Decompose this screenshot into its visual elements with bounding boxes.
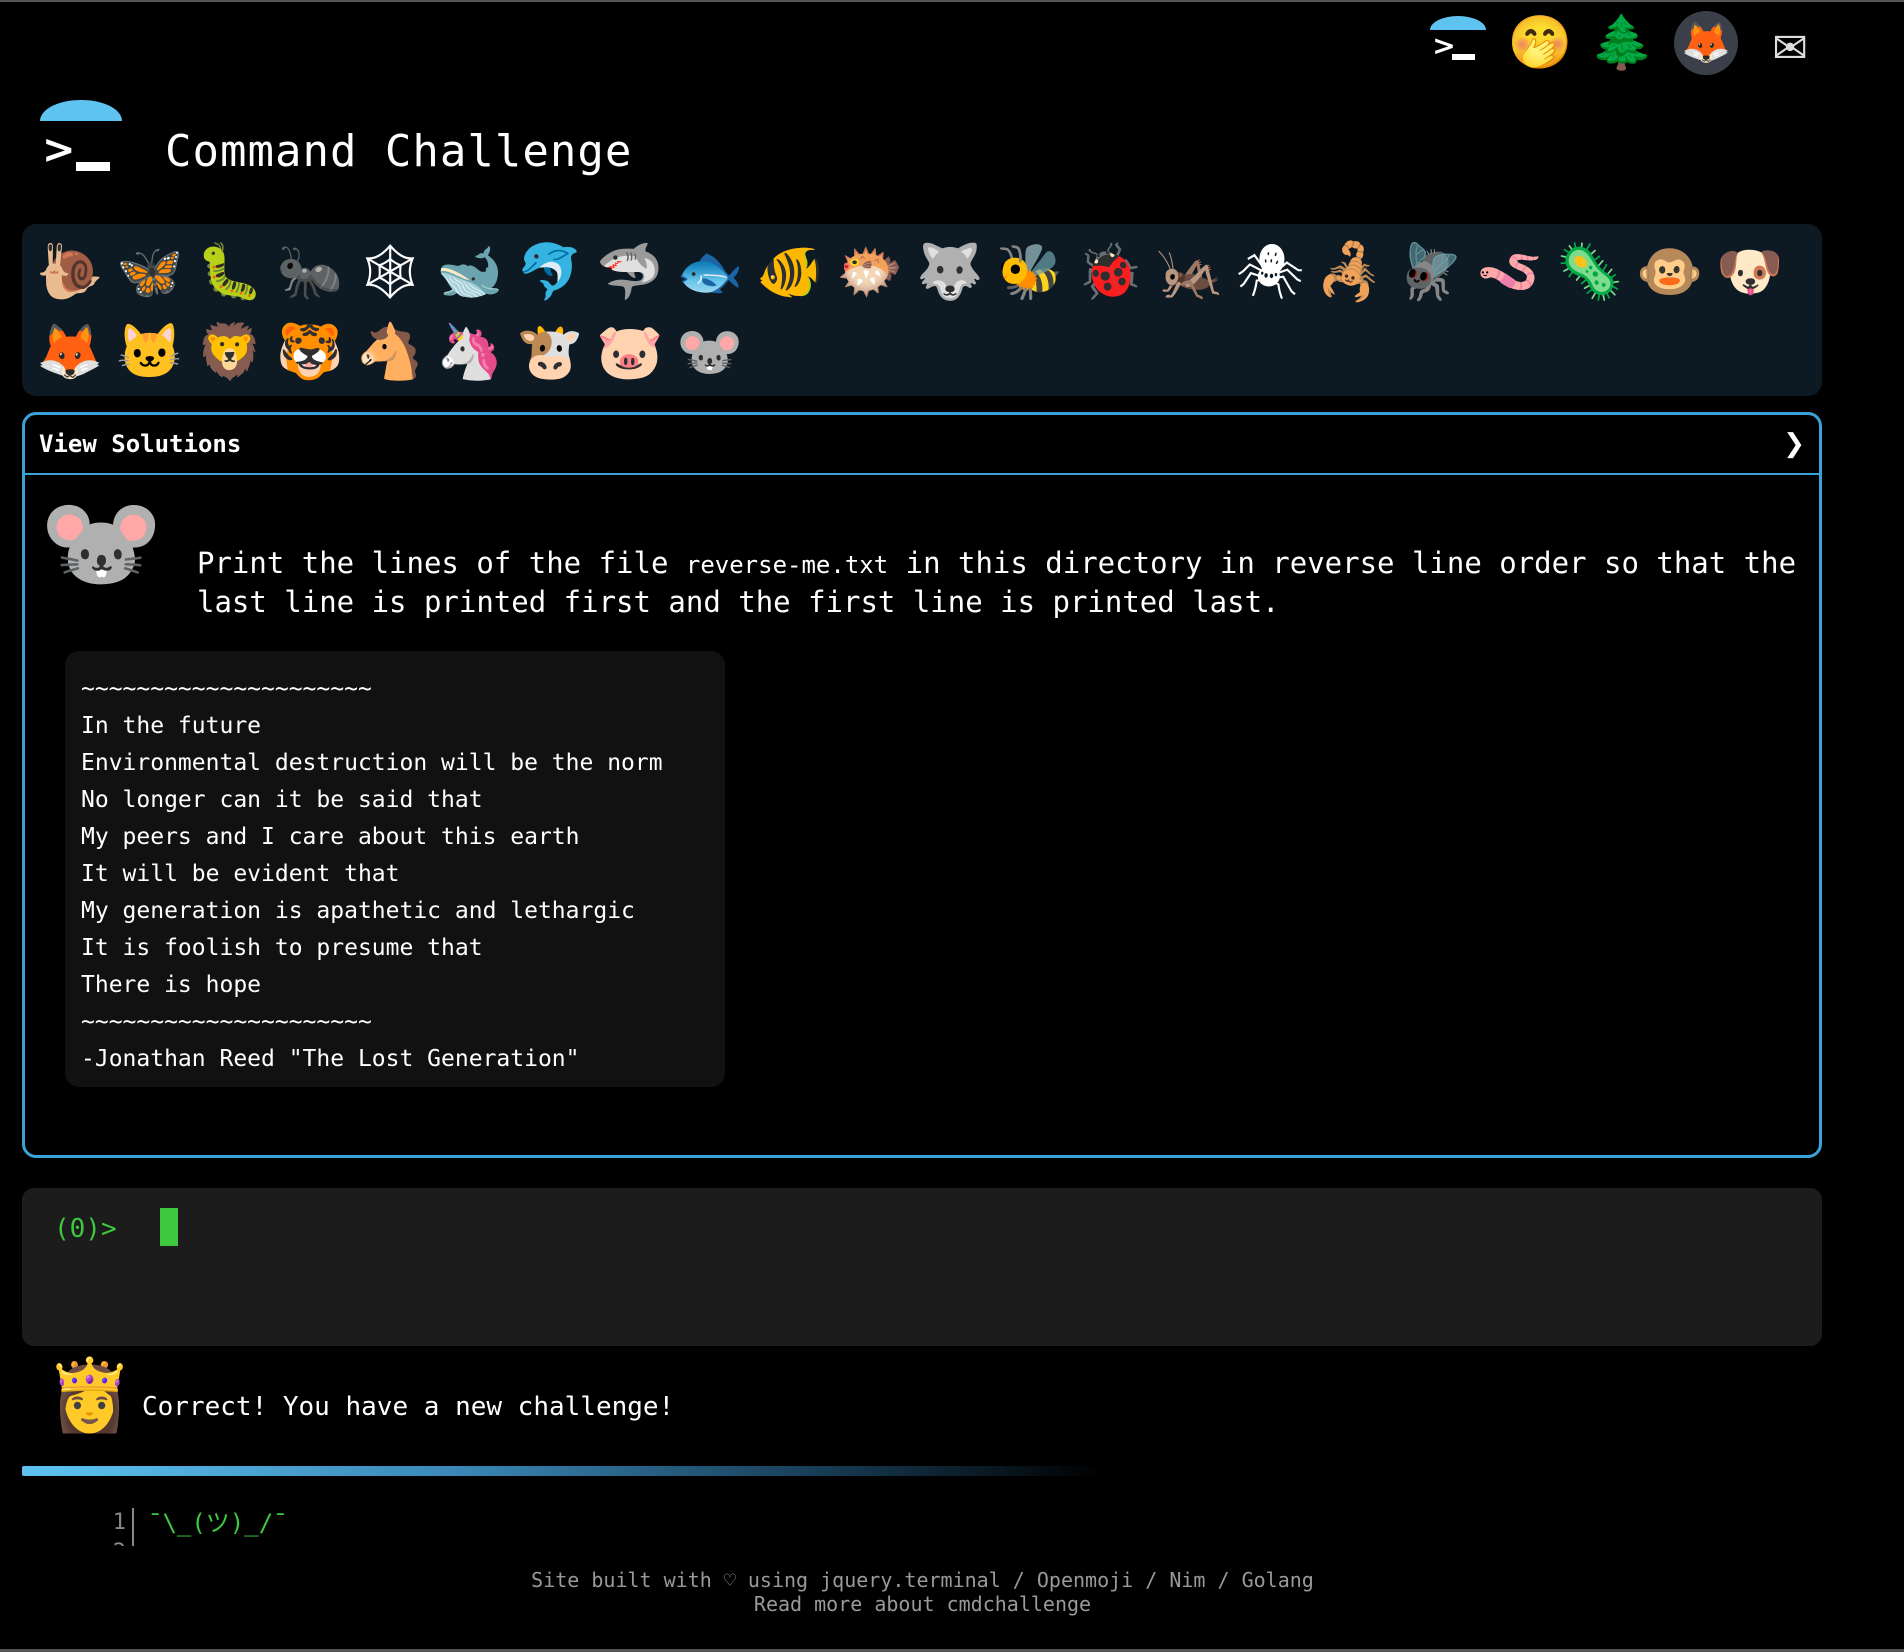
butterfly-icon[interactable]: 🦋 (110, 232, 190, 312)
file-line: ~~~~~~~~~~~~~~~~~~~~~ (81, 676, 372, 702)
file-line: -Jonathan Reed "The Lost Generation" (81, 1046, 580, 1072)
cricket-icon[interactable]: 🦗 (1150, 232, 1230, 312)
challenge-description: Print the lines of the file reverse-me.t… (197, 545, 1797, 621)
top-border (0, 0, 1904, 2)
file-contents-box: ~~~~~~~~~~~~~~~~~~~~~ In the future Enviro… (65, 651, 725, 1087)
horse-icon[interactable]: 🐴 (350, 312, 430, 392)
view-solutions-toggle[interactable]: View Solutions ❯ (25, 415, 1819, 475)
wolf-icon[interactable]: 🐺 (910, 232, 990, 312)
editor-code-line[interactable]: ¯\_(ツ)_/¯ (134, 1508, 288, 1546)
file-line: ~~~~~~~~~~~~~~~~~~~~~ (81, 1009, 372, 1035)
dolphin-icon[interactable]: 🐬 (510, 232, 590, 312)
link-cmdchallenge[interactable]: cmdchallenge (947, 1592, 1092, 1616)
worm-icon[interactable]: 🪱 (1470, 232, 1550, 312)
footer-read-more: Read more about (753, 1592, 947, 1616)
snail-icon[interactable]: 🐌 (30, 232, 110, 312)
whale-icon[interactable]: 🐋 (430, 232, 510, 312)
cow-icon[interactable]: 🐮 (510, 312, 590, 392)
fish-icon[interactable]: 🐟 (670, 232, 750, 312)
tropical-fish-icon[interactable]: 🐠 (750, 232, 830, 312)
footer-line-2: Read more about cmdchallenge (0, 1592, 1845, 1616)
mouse-face-icon[interactable]: 🐭 (670, 312, 750, 392)
terminal-logo-small: > (1430, 16, 1486, 70)
spider-icon[interactable]: 🕷 (1230, 232, 1310, 312)
terminal-prompt: (0)> (54, 1214, 117, 1244)
top-nav-icons: > 🤭 🌲 🦊 ✉ (1428, 8, 1820, 78)
challenge-filename: reverse-me.txt (685, 551, 889, 579)
view-solutions-label: View Solutions (39, 430, 242, 458)
cmd-logo-icon[interactable]: > (1428, 8, 1488, 78)
gitlab-icon[interactable]: 🦊 (1674, 11, 1738, 75)
line-number: 1 (112, 1510, 126, 1535)
princess-icon: 👸 (46, 1354, 134, 1436)
tiger-icon[interactable]: 🐯 (270, 312, 350, 392)
envelope-icon[interactable]: ✉ (1760, 8, 1820, 78)
terminal-cursor (160, 1208, 178, 1246)
footer: Site built with ♡ using jquery.terminal … (0, 1568, 1845, 1616)
file-line: No longer can it be said that (81, 787, 483, 813)
link-golang[interactable]: Golang (1242, 1568, 1314, 1592)
link-nim[interactable]: Nim (1169, 1568, 1205, 1592)
scorpion-icon[interactable]: 🦂 (1310, 232, 1390, 312)
footer-separator: / (1133, 1568, 1170, 1592)
chevron-right-icon[interactable]: ❯ (1783, 429, 1805, 459)
challenge-panel: View Solutions ❯ 🐭 Print the lines of th… (22, 412, 1822, 1158)
footer-line-1: Site built with ♡ using jquery.terminal … (0, 1568, 1845, 1592)
unicorn-icon[interactable]: 🦄 (430, 312, 510, 392)
line-number: 2 (90, 1538, 126, 1546)
ladybug-icon[interactable]: 🐞 (1070, 232, 1150, 312)
fox-icon[interactable]: 🦊 (30, 312, 110, 392)
editor-gutter: 1 2 (90, 1508, 134, 1546)
file-line: My generation is apathetic and lethargic (81, 898, 635, 924)
lion-icon[interactable]: 🦁 (190, 312, 270, 392)
challenge-text-start: Print the lines of the file (197, 546, 686, 580)
face-with-hand-over-mouth-icon[interactable]: 🤭 (1508, 8, 1573, 78)
file-line: It is foolish to presume that (81, 935, 483, 961)
cat-icon[interactable]: 🐱 (110, 312, 190, 392)
file-line: My peers and I care about this earth (81, 824, 580, 850)
bee-icon[interactable]: 🐝 (990, 232, 1070, 312)
animal-level-panel: 🐌 🦋 🐛 🐜 🕸 🐋 🐬 🦈 🐟 🐠 🐡 🐺 🐝 🐞 🦗 🕷 🦂 🪰 🪱 🦠 🐵 🐶 🦊 🐱 🦁 🐯 🐴 🦄 🐮 🐷 🐭 (22, 224, 1822, 396)
caterpillar-icon[interactable]: 🐛 (190, 232, 270, 312)
progress-bar (22, 1466, 1102, 1476)
footer-separator: / (1205, 1568, 1242, 1592)
file-line: In the future (81, 713, 262, 739)
solution-editor[interactable]: 1 2 ¯\_(ツ)_/¯ (90, 1508, 288, 1546)
dog-icon[interactable]: 🐶 (1710, 232, 1790, 312)
mouse-face-icon: 🐭 (39, 484, 164, 601)
terminal[interactable]: (0)> (22, 1188, 1822, 1346)
terminal-logo-icon: > (40, 100, 122, 182)
monkey-icon[interactable]: 🐵 (1630, 232, 1710, 312)
feedback-message: Correct! You have a new challenge! (142, 1392, 675, 1422)
ant-icon[interactable]: 🐜 (270, 232, 350, 312)
footer-built-with: Site built with ♡ using (531, 1568, 821, 1592)
file-line: It will be evident that (81, 861, 400, 887)
evergreen-tree-icon[interactable]: 🌲 (1590, 8, 1655, 78)
blowfish-icon[interactable]: 🐡 (830, 232, 910, 312)
file-line: Environmental destruction will be the no… (81, 750, 663, 776)
link-openmoji[interactable]: Openmoji (1037, 1568, 1133, 1592)
fly-icon[interactable]: 🪰 (1390, 232, 1470, 312)
footer-separator: / (1000, 1568, 1037, 1592)
pig-icon[interactable]: 🐷 (590, 312, 670, 392)
file-line: There is hope (81, 972, 262, 998)
spider-web-icon[interactable]: 🕸 (350, 232, 430, 312)
link-jquery-terminal[interactable]: jquery.terminal (820, 1568, 1001, 1592)
page-title: Command Challenge (165, 126, 633, 177)
microbe-icon[interactable]: 🦠 (1550, 232, 1630, 312)
shark-icon[interactable]: 🦈 (590, 232, 670, 312)
